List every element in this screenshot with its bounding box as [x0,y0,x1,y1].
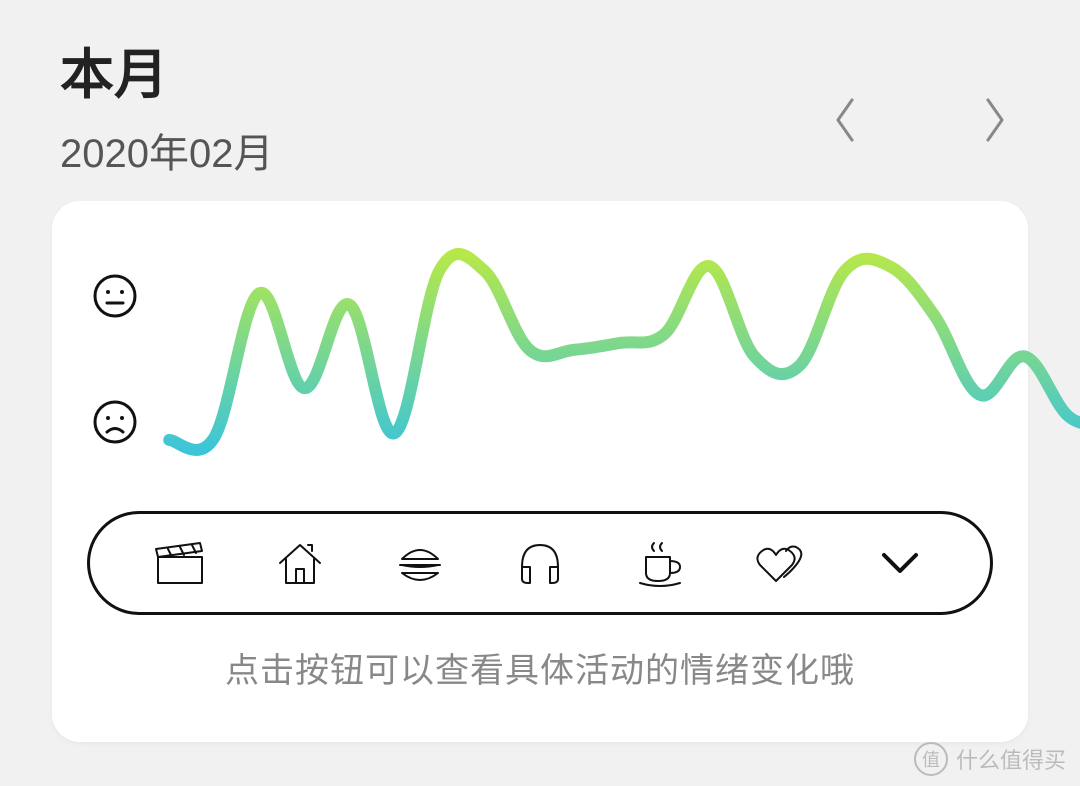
mood-card: 点击按钮可以查看具体活动的情绪变化哦 [52,201,1028,742]
activity-movie-icon[interactable] [150,533,210,593]
activities-hint-text: 点击按钮可以查看具体活动的情绪变化哦 [82,643,998,692]
expand-activities-icon[interactable] [870,533,930,593]
activity-coffee-icon[interactable] [630,533,690,593]
mood-chart [82,241,998,481]
month-navigation [830,95,1010,145]
prev-month-icon[interactable] [830,95,860,145]
watermark-text: 什么值得买 [956,743,1066,775]
watermark-badge-icon: 值 [914,742,948,776]
mood-neutral-icon [92,273,138,319]
next-month-icon[interactable] [980,95,1010,145]
mood-line-chart [162,241,1080,481]
activity-music-icon[interactable] [510,533,570,593]
activity-food-icon[interactable] [390,533,450,593]
activities-filter-pill [87,511,993,615]
watermark: 值 什么值得买 [914,742,1066,776]
mood-sad-icon [92,399,138,445]
page-title: 本月 [60,30,273,109]
date-subtitle: 2020年02月 [60,121,273,179]
activity-home-icon[interactable] [270,533,330,593]
activity-love-icon[interactable] [750,533,810,593]
